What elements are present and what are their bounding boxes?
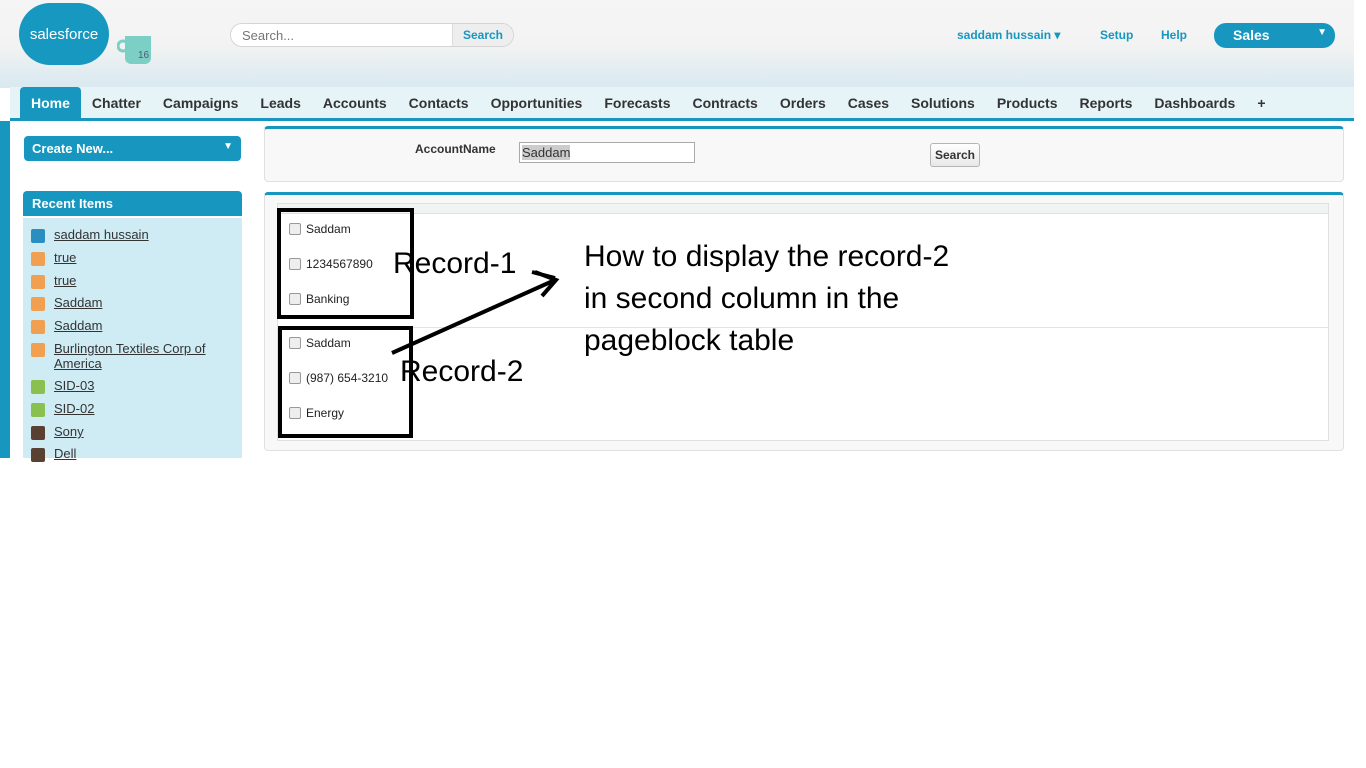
user-name: saddam hussain (957, 28, 1052, 42)
search-button[interactable]: Search (452, 24, 513, 46)
recent-item-link[interactable]: Sony (54, 424, 214, 440)
chevron-down-icon: ▼ (1317, 27, 1327, 38)
account-name-label: AccountName (415, 142, 496, 156)
recent-item-link[interactable]: Saddam (54, 318, 214, 334)
recent-item[interactable]: SID-03 (31, 378, 214, 394)
question-annotation: How to display the record-2 in second co… (584, 240, 950, 357)
tab-forecasts[interactable]: Forecasts (593, 87, 681, 118)
search-submit-button[interactable]: Search (930, 143, 980, 167)
help-link[interactable]: Help (1161, 28, 1187, 42)
tab-solutions[interactable]: Solutions (900, 87, 986, 118)
tab-home[interactable]: Home (20, 87, 81, 118)
recent-item[interactable]: true (31, 250, 214, 266)
search-input[interactable] (231, 24, 452, 46)
recent-item[interactable]: Sony (31, 424, 214, 440)
recent-item[interactable]: saddam hussain (31, 227, 214, 243)
recent-item[interactable]: SID-02 (31, 401, 214, 417)
bottle-icon (31, 426, 45, 440)
custom-icon (31, 380, 45, 394)
tab-leads[interactable]: Leads (249, 87, 311, 118)
user-icon (31, 229, 45, 243)
tab-accounts[interactable]: Accounts (312, 87, 398, 118)
tab-dashboards[interactable]: Dashboards (1143, 87, 1246, 118)
app-switcher[interactable]: Sales ▼ (1214, 23, 1335, 48)
recent-item-link[interactable]: SID-02 (54, 401, 214, 417)
recent-item[interactable]: Dell (31, 446, 214, 462)
tab-contracts[interactable]: Contracts (682, 87, 769, 118)
arrow-icon (391, 270, 560, 355)
account-icon (31, 343, 45, 357)
recent-item-link[interactable]: saddam hussain (54, 227, 214, 243)
recent-item-link[interactable]: Dell (54, 446, 214, 462)
search-bar: Search (230, 23, 514, 47)
tab-opportunities[interactable]: Opportunities (480, 87, 594, 118)
recent-item-link[interactable]: true (54, 250, 214, 266)
tab-bar: Home Chatter Campaigns Leads Accounts Contact… (10, 87, 1354, 121)
svg-text:16: 16 (138, 50, 150, 61)
recent-item-link[interactable]: Burlington Textiles Corp of America (54, 341, 214, 371)
tab-chatter[interactable]: Chatter (81, 87, 152, 118)
user-menu[interactable]: saddam hussain ▾ (957, 28, 1060, 42)
bottle-icon (31, 448, 45, 462)
header: salesforce 16 Search saddam hussain ▾ Se… (0, 0, 1354, 88)
salesforce-logo[interactable]: salesforce (19, 3, 109, 65)
setup-link[interactable]: Setup (1100, 28, 1133, 42)
tab-contacts[interactable]: Contacts (398, 87, 480, 118)
chevron-down-icon: ▼ (223, 141, 233, 152)
recent-item[interactable]: Saddam (31, 318, 214, 334)
tab-products[interactable]: Products (986, 87, 1069, 118)
tab-cases[interactable]: Cases (837, 87, 900, 118)
recent-items-header: Recent Items (23, 191, 242, 216)
tab-orders[interactable]: Orders (769, 87, 837, 118)
recent-item-link[interactable]: true (54, 273, 214, 289)
account-name-input[interactable]: Saddam (519, 142, 695, 163)
create-new-button[interactable]: Create New... ▼ (24, 136, 241, 161)
chevron-down-icon: ▾ (1054, 28, 1061, 42)
recent-item[interactable]: Saddam (31, 295, 214, 311)
custom-icon (31, 403, 45, 417)
tab-reports[interactable]: Reports (1069, 87, 1144, 118)
sidebar-edge (0, 121, 10, 458)
tab-campaigns[interactable]: Campaigns (152, 87, 249, 118)
recent-item-link[interactable]: SID-03 (54, 378, 214, 394)
account-icon (31, 320, 45, 334)
tab-add[interactable]: + (1246, 87, 1276, 118)
mug-icon: 16 (117, 36, 151, 64)
account-icon (31, 275, 45, 289)
account-icon (31, 252, 45, 266)
recent-item[interactable]: true (31, 273, 214, 289)
recent-item[interactable]: Burlington Textiles Corp of America (31, 341, 214, 371)
recent-item-link[interactable]: Saddam (54, 295, 214, 311)
account-icon (31, 297, 45, 311)
